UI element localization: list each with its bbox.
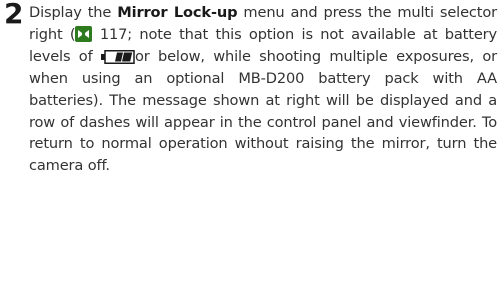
menu-name: Mirror Lock-up [117,4,238,21]
step-text-4: or below, while shooting multiple exposu… [29,47,497,175]
battery-level-icon [100,49,135,64]
step-text: Display the Mirror Lock-up menu and pres… [29,2,497,177]
step-text-1: Display the [29,4,118,21]
instruction-step: 2 Display the Mirror Lock-up menu and pr… [4,0,500,284]
page-reference: 117 [99,25,128,43]
page-reference-icon [75,25,93,42]
step-number: 2 [4,0,24,30]
